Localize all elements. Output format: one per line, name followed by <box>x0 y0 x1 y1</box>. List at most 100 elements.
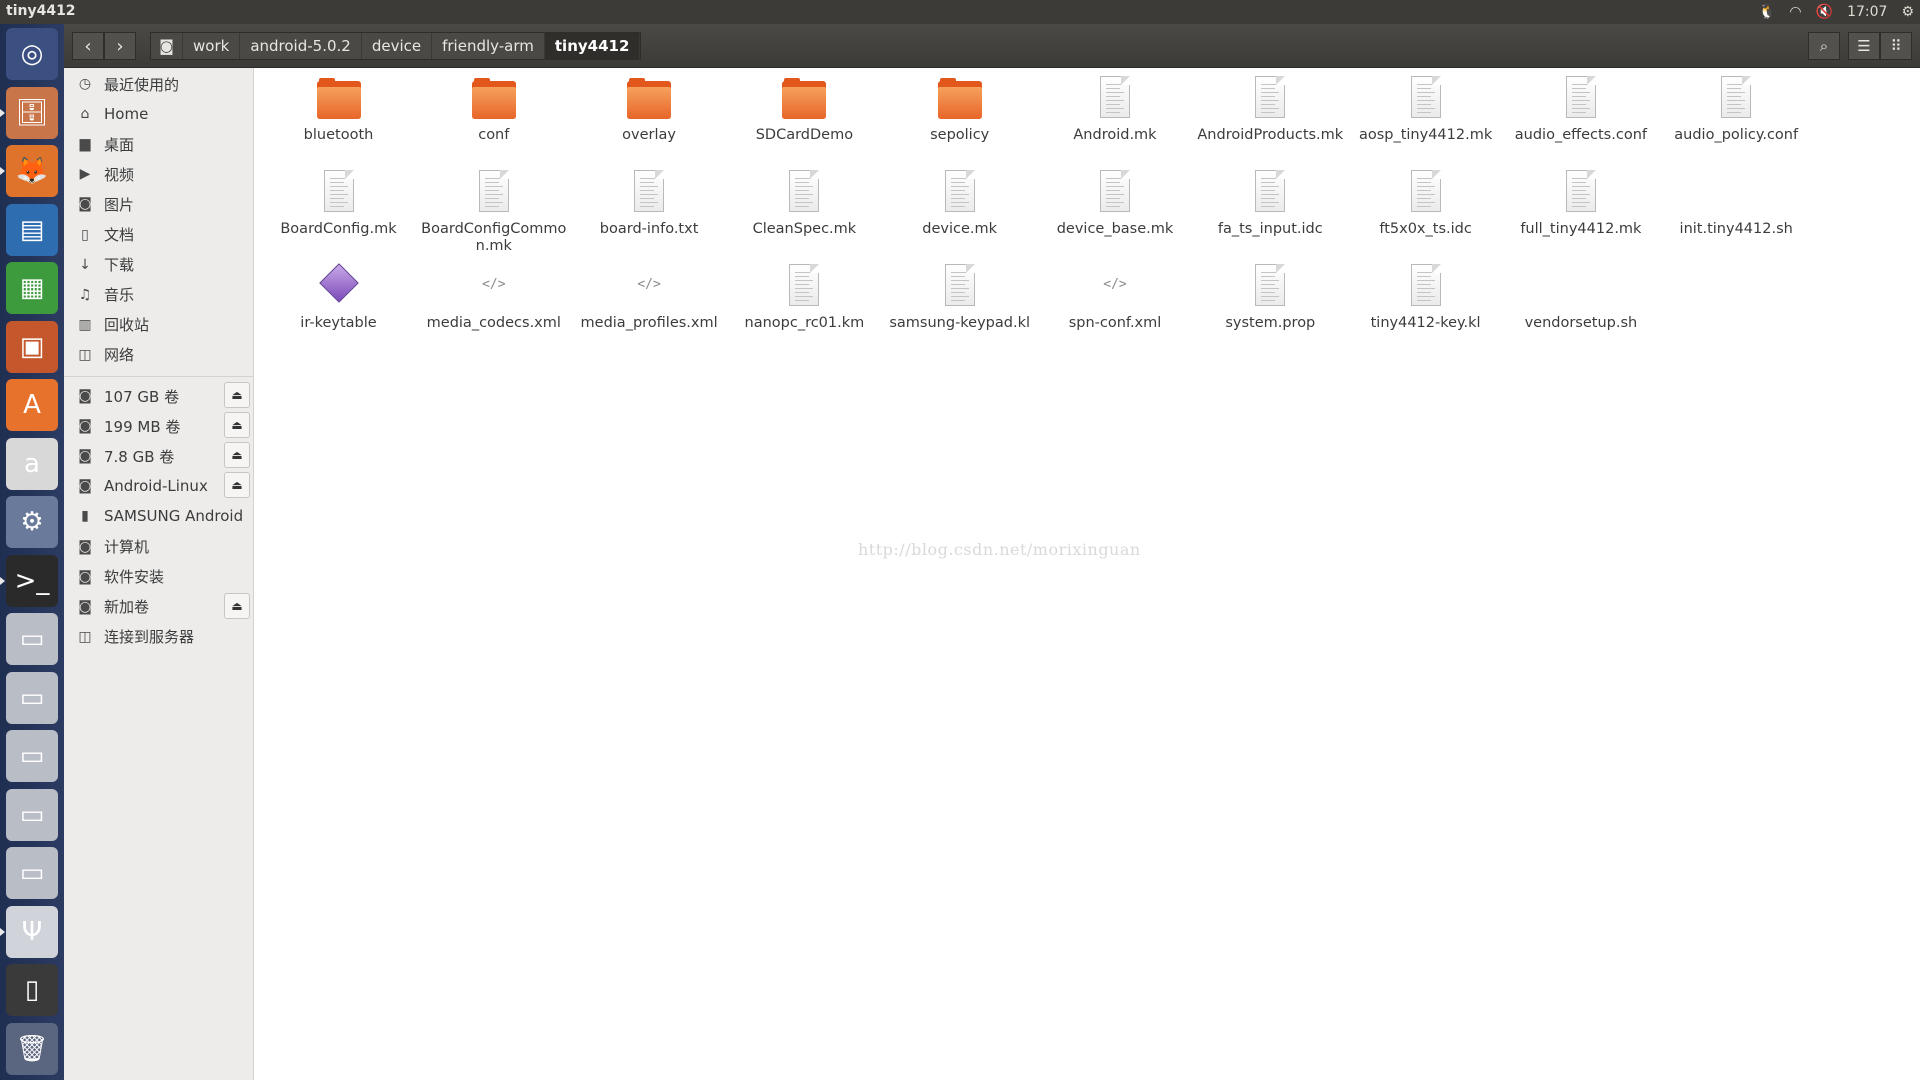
eject-button[interactable]: ⏏ <box>224 592 250 619</box>
file-item[interactable]: fa_ts_input.idc <box>1193 169 1348 238</box>
file-item[interactable]: ft5x0x_ts.idc <box>1348 169 1503 238</box>
file-item[interactable]: </> media_codecs.xml <box>416 263 571 332</box>
files-icon[interactable]: 🗄 <box>0 86 58 139</box>
volume-muted-icon[interactable]: 🔇 <box>1816 4 1833 20</box>
file-item[interactable]: nanopc_rc01.km <box>727 263 882 332</box>
breadcrumb-device[interactable]: device <box>362 33 433 59</box>
drive-icon: ◙ <box>78 598 92 615</box>
file-item[interactable]: tiny4412-key.kl <box>1348 263 1503 332</box>
penguin-icon[interactable]: 🐧 <box>1758 4 1775 20</box>
eject-button[interactable]: ⏏ <box>224 382 250 408</box>
file-item[interactable]: init.tiny4412.sh <box>1659 169 1814 238</box>
sidebar-device-3[interactable]: ◙ Android-Linux ⏏ <box>64 472 254 499</box>
amazon-icon[interactable]: a <box>6 437 58 490</box>
sidebar-device-4[interactable]: ▮ SAMSUNG Android <box>64 503 254 529</box>
drive-icon-1[interactable]: ▭ <box>6 613 58 665</box>
clock[interactable]: 17:07 <box>1847 4 1887 20</box>
file-item[interactable]: overlay <box>572 75 727 144</box>
file-item[interactable]: device_base.mk <box>1038 169 1193 238</box>
writer-icon[interactable]: ▤ <box>6 203 58 256</box>
sidebar-item-label: 连接到服务器 <box>104 628 195 647</box>
file-item[interactable]: BoardConfig.mk <box>261 169 416 238</box>
list-view-button[interactable]: ☰ <box>1848 32 1880 60</box>
sidebar-device-8[interactable]: ◫ 连接到服务器 <box>64 624 254 650</box>
calc-icon[interactable]: ▦ <box>6 262 58 314</box>
sidebar-item-label: 下载 <box>104 256 135 275</box>
file-item[interactable]: full_tiny4412.mk <box>1503 169 1658 238</box>
file-view[interactable]: http://blog.csdn.net/morixinguan bluetoo… <box>258 68 1920 1080</box>
forward-button[interactable]: › <box>104 32 136 60</box>
phone-icon[interactable]: ▯ <box>6 964 58 1016</box>
file-item[interactable]: conf <box>416 75 571 144</box>
drive-icon-4[interactable]: ▭ <box>6 788 58 841</box>
sidebar-item-4[interactable]: ◙ 图片 <box>64 191 254 217</box>
usb-drive-icon[interactable]: Ψ <box>0 905 58 958</box>
firefox-icon[interactable]: 🦊 <box>0 145 58 197</box>
file-item[interactable]: CleanSpec.mk <box>727 169 882 238</box>
breadcrumb-root-button[interactable]: ◙ <box>151 33 183 59</box>
file-item[interactable]: vendorsetup.sh <box>1503 263 1658 332</box>
breadcrumb-android-5-0-2[interactable]: android-5.0.2 <box>240 33 362 59</box>
impress-icon[interactable]: ▣ <box>6 320 58 373</box>
file-item[interactable]: bluetooth <box>261 75 416 144</box>
eject-button[interactable]: ⏏ <box>224 472 250 499</box>
file-name: nanopc_rc01.km <box>744 315 865 331</box>
sidebar-item-6[interactable]: ↓ 下载 <box>64 252 254 278</box>
sidebar-item-5[interactable]: ▯ 文档 <box>64 222 254 248</box>
file-item[interactable]: </> media_profiles.xml <box>572 263 727 332</box>
breadcrumb-friendly-arm[interactable]: friendly-arm <box>432 33 545 59</box>
sidebar-item-8[interactable]: ▥ 回收站 <box>64 312 254 338</box>
back-button[interactable]: ‹ <box>72 32 104 60</box>
file-item[interactable]: Android.mk <box>1038 75 1193 144</box>
sidebar-item-label: 图片 <box>104 195 135 214</box>
text-file-icon <box>1091 169 1139 217</box>
sidebar-item-1[interactable]: ⌂ Home <box>64 101 254 127</box>
software-center-icon[interactable]: A <box>6 379 58 431</box>
drive-icon-3[interactable]: ▭ <box>6 730 58 782</box>
sidebar-item-9[interactable]: ◫ 网络 <box>64 342 254 368</box>
eject-button[interactable]: ⏏ <box>224 442 250 469</box>
drive-icon-5[interactable]: ▭ <box>6 847 58 899</box>
file-item[interactable]: device.mk <box>882 169 1037 238</box>
folder-icon <box>625 75 673 123</box>
sidebar-item-7[interactable]: ♫ 音乐 <box>64 282 254 308</box>
settings-icon[interactable]: ⚙ <box>6 496 58 548</box>
file-item[interactable]: AndroidProducts.mk <box>1193 75 1348 144</box>
terminal-icon[interactable]: >_ <box>0 554 58 607</box>
running-indicator <box>0 927 5 936</box>
sidebar-item-label: 199 MB 卷 <box>104 417 181 436</box>
file-item[interactable]: </> spn-conf.xml <box>1038 263 1193 332</box>
file-item[interactable]: sepolicy <box>882 75 1037 144</box>
file-item[interactable]: audio_policy.conf <box>1659 75 1814 144</box>
breadcrumb-tiny4412[interactable]: tiny4412 <box>544 33 641 59</box>
file-item[interactable]: SDCardDemo <box>727 75 882 144</box>
file-name: Android.mk <box>1073 127 1157 143</box>
sidebar-device-7[interactable]: ◙ 新加卷 ⏏ <box>64 592 254 620</box>
eject-button[interactable]: ⏏ <box>224 412 250 439</box>
file-item[interactable]: BoardConfigCommon.mk <box>416 169 571 255</box>
sidebar-device-0[interactable]: ◙ 107 GB 卷 ⏏ <box>64 382 254 409</box>
sidebar-item-3[interactable]: ▶ 视频 <box>64 161 254 187</box>
search-button[interactable]: ⌕ <box>1808 32 1840 60</box>
system-settings-icon[interactable]: ⚙ <box>1901 4 1914 20</box>
sidebar-item-0[interactable]: ◷ 最近使用的 <box>64 71 254 97</box>
sidebar-device-2[interactable]: ◙ 7.8 GB 卷 ⏏ <box>64 442 254 469</box>
sidebar-device-1[interactable]: ◙ 199 MB 卷 ⏏ <box>64 412 254 439</box>
grid-view-button[interactable]: ⠿ <box>1880 32 1912 60</box>
file-item[interactable]: system.prop <box>1193 263 1348 332</box>
sidebar-device-5[interactable]: ◙ 计算机 <box>64 534 254 560</box>
wifi-icon[interactable]: ◠ <box>1789 4 1801 20</box>
trash-icon: ▥ <box>78 316 92 333</box>
sidebar-item-label: 视频 <box>104 165 135 184</box>
trash-icon[interactable]: 🗑 <box>6 1022 58 1075</box>
file-item[interactable]: samsung-keypad.kl <box>882 263 1037 332</box>
dash-icon[interactable]: ◎ <box>6 28 58 80</box>
file-item[interactable]: ir-keytable <box>261 263 416 332</box>
sidebar-device-6[interactable]: ◙ 软件安装 <box>64 564 254 590</box>
sidebar-item-2[interactable]: ▆ 桌面 <box>64 131 254 157</box>
file-item[interactable]: aosp_tiny4412.mk <box>1348 75 1503 144</box>
drive-icon-2[interactable]: ▭ <box>6 671 58 724</box>
file-item[interactable]: board-info.txt <box>572 169 727 238</box>
file-item[interactable]: audio_effects.conf <box>1503 75 1658 144</box>
breadcrumb-work[interactable]: work <box>183 33 241 59</box>
